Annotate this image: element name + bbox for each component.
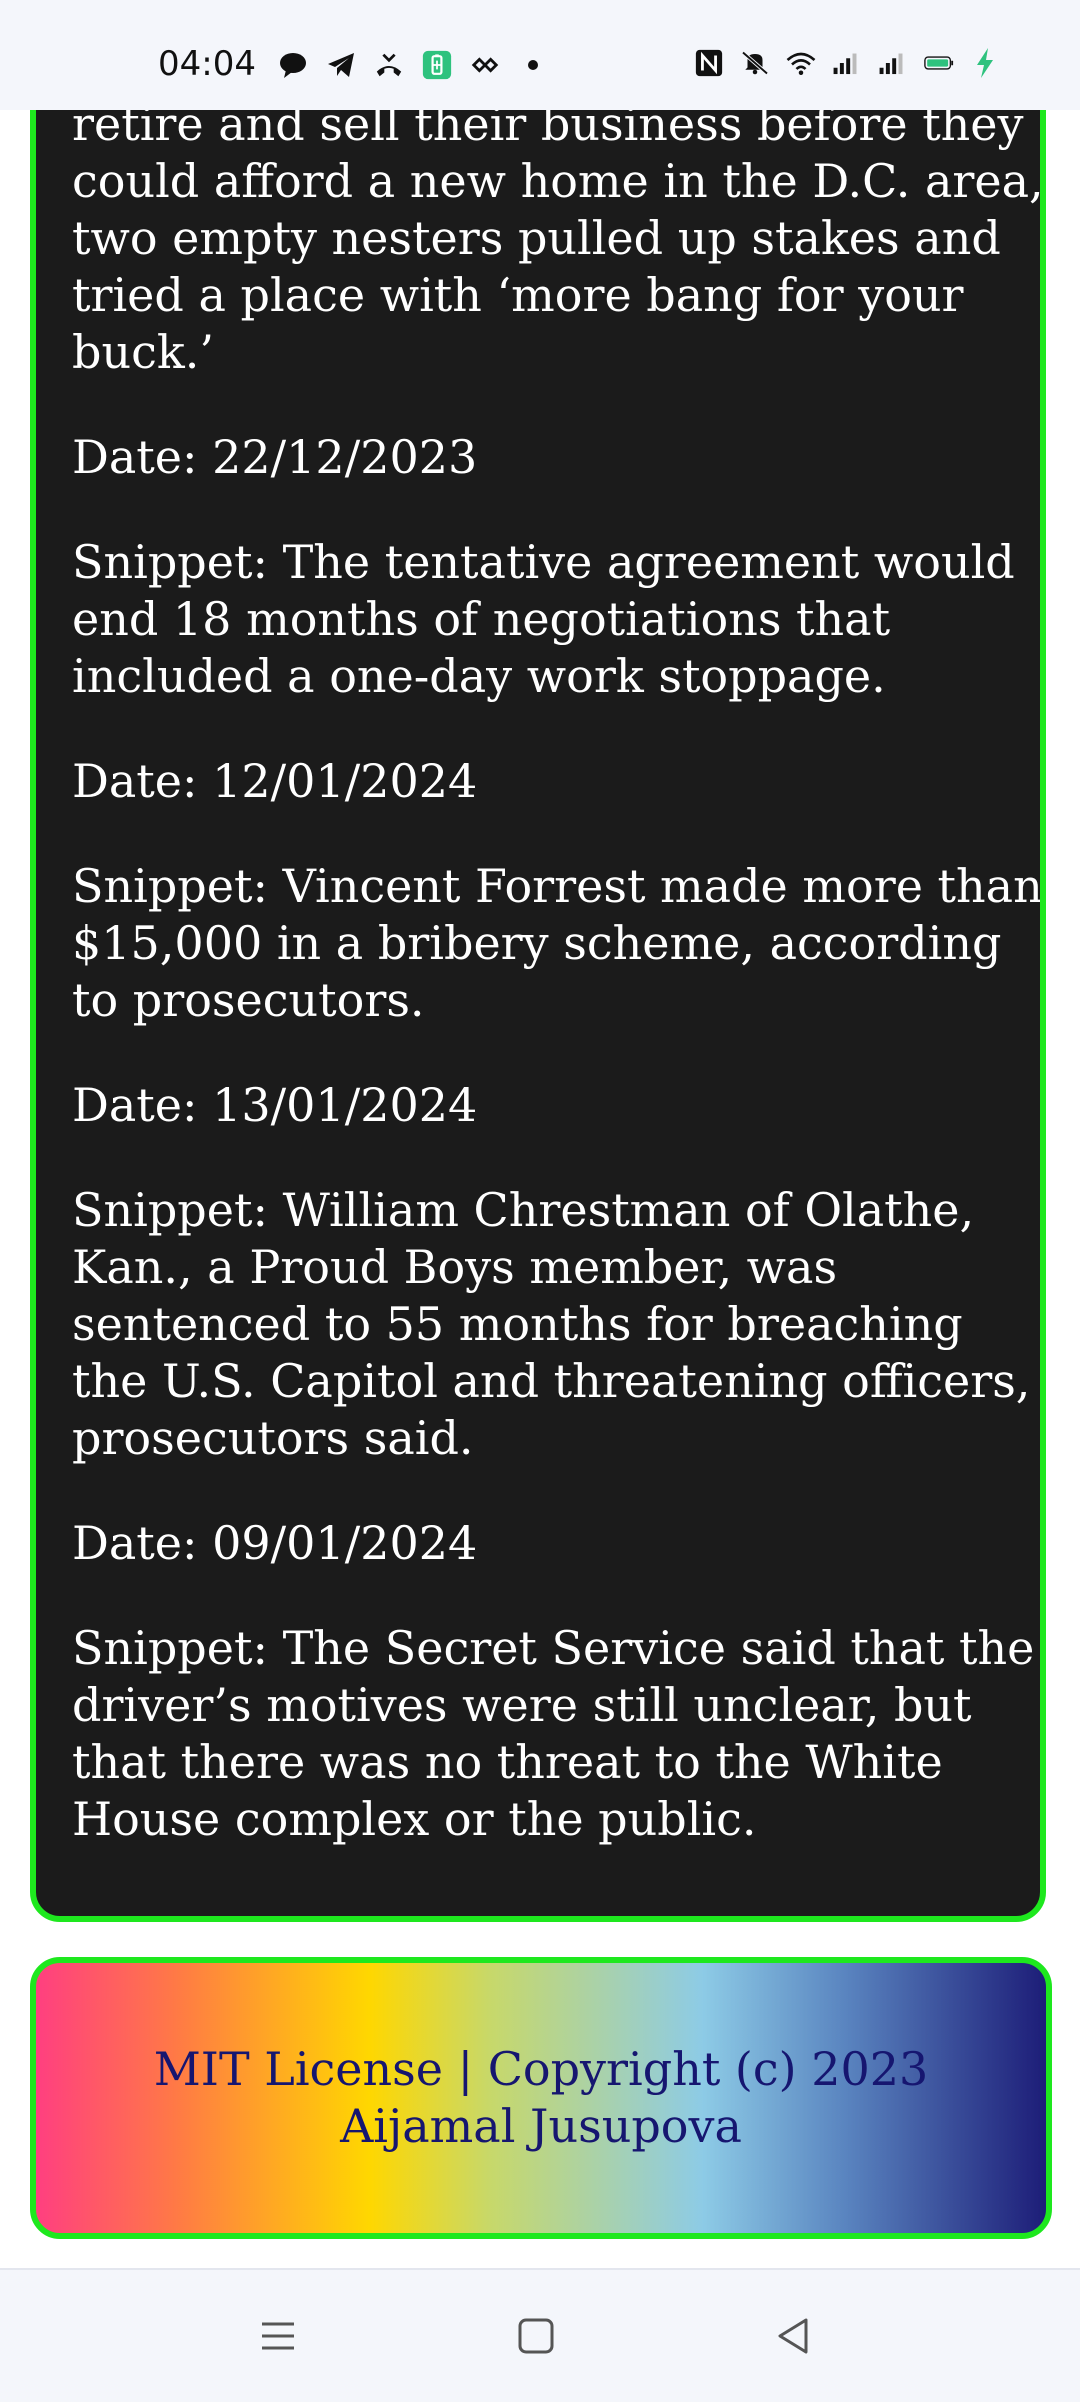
snippet-text-partial: retire and sell their business before th… xyxy=(72,97,1044,379)
system-icons xyxy=(694,48,1000,78)
nfc-icon xyxy=(694,48,724,78)
snippet-text: Snippet: William Chrestman of Olathe, Ka… xyxy=(72,1183,1031,1465)
home-icon[interactable] xyxy=(506,2306,566,2366)
status-bar: 04:04 xyxy=(0,0,1080,110)
card-text: retire and sell their business before th… xyxy=(72,96,1044,1896)
footer-card: MIT License | Copyright (c) 2023 Aijamal… xyxy=(30,1957,1052,2239)
date-text: Date: 12/01/2024 xyxy=(72,754,478,808)
menu-icon[interactable] xyxy=(248,2306,308,2366)
signal-icon xyxy=(832,48,862,78)
mute-icon xyxy=(740,48,770,78)
content-card: retire and sell their business before th… xyxy=(30,30,1046,1922)
battery-saver-icon xyxy=(422,50,452,80)
notification-icons xyxy=(278,50,548,80)
back-icon[interactable] xyxy=(764,2306,824,2366)
snippet-text: Snippet: The tentative agreement would e… xyxy=(72,535,1015,703)
telegram-icon xyxy=(326,50,356,80)
license-text: MIT License | Copyright (c) 2023 Aijamal… xyxy=(153,2042,929,2153)
date-text: Date: 22/12/2023 xyxy=(72,430,478,484)
status-time: 04:04 xyxy=(158,44,256,84)
snippet-text: Snippet: The Secret Service said that th… xyxy=(72,1621,1035,1846)
charging-icon xyxy=(970,48,1000,78)
signal-icon-2 xyxy=(878,48,908,78)
link-icon xyxy=(470,50,500,80)
date-text: Date: 09/01/2024 xyxy=(72,1516,478,1570)
battery-icon xyxy=(924,48,954,78)
snippet-text: Snippet: Vincent Forrest made more than … xyxy=(72,859,1043,1027)
dot-icon xyxy=(518,50,548,80)
chat-bubble-icon xyxy=(278,50,308,80)
missed-call-icon xyxy=(374,50,404,80)
wifi-icon xyxy=(786,48,816,78)
date-text: Date: 13/01/2024 xyxy=(72,1078,478,1132)
navigation-bar xyxy=(0,2268,1080,2402)
